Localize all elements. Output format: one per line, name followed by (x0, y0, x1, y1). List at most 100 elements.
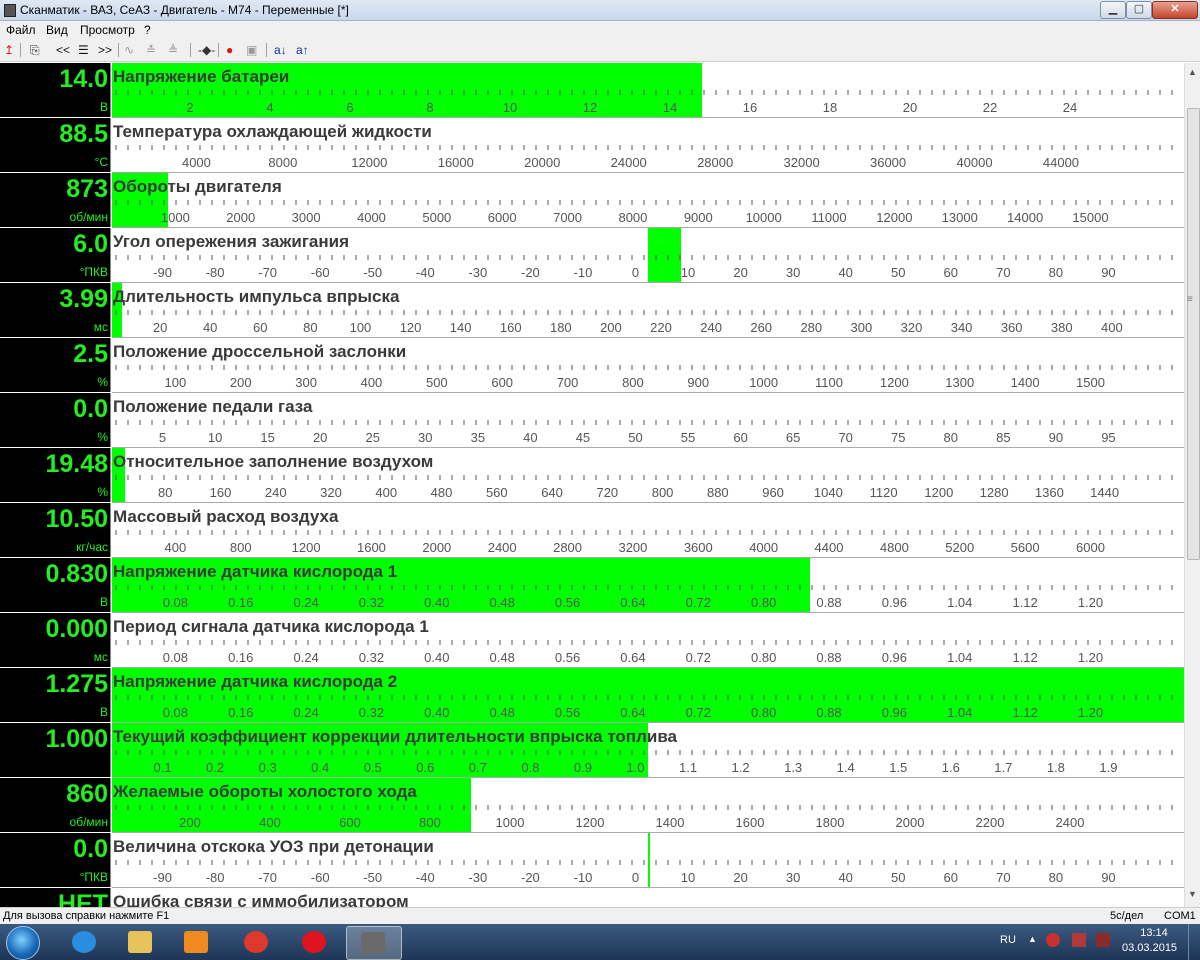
sort-up-icon[interactable]: a↑ (296, 42, 309, 58)
gauge-row[interactable]: 10.50 кг/час Массовый расход воздуха 400 800… (0, 503, 1184, 558)
tick-label: 0.4 (311, 760, 330, 775)
gauge-unit: мс (93, 320, 108, 334)
tick-label: 60 (733, 430, 748, 445)
gauge-row[interactable]: 1.000 Текущий коэффициент коррекции длите… (0, 723, 1184, 778)
gauge-value: 19.48 (45, 450, 108, 478)
gauge-ticks (115, 750, 1173, 755)
tick-label: 1.20 (1077, 650, 1104, 665)
tick-label: -70 (258, 870, 278, 885)
tick-label: 180 (549, 320, 572, 335)
scanmatik-taskbar-button[interactable] (346, 926, 402, 960)
opera-taskbar-button[interactable] (288, 926, 342, 958)
chrome-taskbar-button[interactable] (230, 926, 284, 958)
sort-down-icon[interactable]: a↓ (274, 42, 287, 58)
tick-label: 4400 (814, 540, 844, 555)
gauge-row[interactable]: НЕТ Ошибка связи с иммобилизатором (0, 888, 1184, 907)
tick-label: 1.5 (889, 760, 908, 775)
stack-down-icon[interactable]: ≜ (168, 42, 178, 58)
gauge-row[interactable]: 0.0 °ПКВ Величина отскока УОЗ при детонаци… (0, 833, 1184, 888)
menu-help[interactable]: ? (144, 23, 151, 37)
maximize-button[interactable]: ▢ (1126, 1, 1152, 19)
gauge-row[interactable]: 0.830 В Напряжение датчика кислорода 1 0.08… (0, 558, 1184, 613)
flag-icon[interactable] (1072, 933, 1086, 947)
tick-label: 10000 (745, 210, 782, 225)
gauge-scale: Напряжение датчика кислорода 1 0.08 0.16 0.… (112, 558, 1184, 613)
tick-label: 16000 (437, 155, 474, 170)
media-player-taskbar-button[interactable] (170, 926, 224, 958)
tick-label: 0.72 (685, 650, 711, 665)
scroll-up-icon[interactable]: ▲ (1188, 67, 1197, 77)
minimize-button[interactable]: ▁ (1100, 1, 1126, 19)
clipboard-icon[interactable]: ⎘ (30, 42, 40, 58)
menu-file[interactable]: Файл (6, 23, 36, 37)
gauge-row[interactable]: 0.000 мс Период сигнала датчика кислорода … (0, 613, 1184, 668)
tick-label: 12 (582, 100, 598, 115)
gauge-ticks (115, 145, 1173, 150)
gauge-row[interactable]: 2.5% Положение дроссельной заслонки 100 200… (0, 338, 1184, 393)
tick-label: 800 (229, 540, 252, 555)
value-cell: 0.830 В (0, 558, 111, 612)
gauge-scale: Температура охлаждающей жидкости 4000 8000… (112, 118, 1184, 173)
gauge-row[interactable]: 860 об/мин Желаемые обороты холостого хода… (0, 778, 1184, 833)
tick-label: 8000 (618, 210, 648, 225)
tray-expand-icon[interactable]: ▲ (1028, 934, 1037, 944)
value-cell: 6.0 °ПКВ (0, 228, 111, 282)
gauge-row[interactable]: 14.0 В Напряжение батареи 2 4 6 8 10 12 14 16 18 20 2… (0, 63, 1184, 118)
menu-view[interactable]: Вид (46, 23, 68, 37)
tick-label: 0.5 (363, 760, 382, 775)
clock-time[interactable]: 13:14 (1134, 927, 1174, 939)
list-icon[interactable]: ☰ (78, 42, 89, 58)
save-icon[interactable]: ▣ (246, 42, 257, 58)
tick-label: 160 (209, 485, 232, 500)
tick-label: 1.20 (1077, 595, 1104, 610)
tick-label: 6 (346, 100, 354, 115)
probe-icon[interactable]: -◆- (198, 42, 215, 58)
network-icon[interactable] (1046, 933, 1060, 947)
gauge-row[interactable]: 873 об/мин Обороты двигателя 1000 2000 3000 40… (0, 173, 1184, 228)
gauge-row[interactable]: 88.5 °С Температура охлаждающей жидкости 40… (0, 118, 1184, 173)
tick-label: 200 (600, 320, 622, 335)
stack-icon[interactable]: ≛ (146, 42, 156, 58)
gauge-ticks (115, 805, 1173, 810)
tick-label: 100 (164, 375, 187, 390)
tick-label: 320 (320, 485, 342, 500)
menu-browse[interactable]: Просмотр (80, 23, 135, 37)
tick-label: 1.2 (731, 760, 750, 775)
wave-icon[interactable]: ∿ (124, 42, 134, 58)
language-indicator[interactable]: RU (1000, 934, 1016, 946)
scroll-thumb[interactable] (1187, 108, 1200, 560)
vertical-scrollbar[interactable]: ▲ ≡ ▼ (1184, 63, 1200, 907)
gauge-row[interactable]: 0.0% Положение педали газа 5 10 15 20 25 30 35 40… (0, 393, 1184, 448)
value-cell: 0.000 мс (0, 613, 111, 667)
scroll-down-icon[interactable]: ▼ (1188, 889, 1197, 899)
show-desktop-button[interactable] (1188, 924, 1200, 960)
record-icon[interactable]: ● (226, 42, 233, 58)
volume-icon[interactable] (1096, 933, 1110, 947)
tick-label: 640 (541, 485, 563, 500)
gauge-value: 0.0 (73, 395, 108, 423)
tick-label: 200 (179, 815, 201, 830)
toolbar: ↥ ⎘ << ☰ >> ∿ ≛ ≜ -◆- ● ▣ a↓ a↑ (0, 39, 1200, 62)
gauge-value: 14.0 (59, 65, 108, 93)
next-icon[interactable]: >> (98, 42, 112, 58)
internet-explorer-taskbar-button[interactable] (58, 926, 112, 958)
value-cell: 14.0 В (0, 63, 111, 117)
red-arrow-icon[interactable]: ↥ (4, 42, 14, 58)
gauge-value: НЕТ (58, 890, 108, 907)
clock-date[interactable]: 03.03.2015 (1122, 942, 1177, 954)
tick-label: 400 (259, 815, 281, 830)
prev-icon[interactable]: << (56, 42, 70, 58)
tick-label: 24000 (610, 155, 647, 170)
gauge-row[interactable]: 6.0 °ПКВ Угол опережения зажигания -90 -80 -7… (0, 228, 1184, 283)
gauge-row[interactable]: 1.275 В Напряжение датчика кислорода 2 0.08… (0, 668, 1184, 723)
tick-label: 1.7 (994, 760, 1013, 775)
tick-label: 800 (651, 485, 674, 500)
start-button[interactable] (6, 926, 40, 960)
file-explorer-taskbar-button[interactable] (114, 926, 168, 958)
tick-label: 3200 (618, 540, 648, 555)
tick-label: 1200 (924, 485, 954, 500)
gauge-row[interactable]: 19.48% Относительное заполнение воздухом 8… (0, 448, 1184, 503)
close-button[interactable]: ✕ (1152, 1, 1198, 19)
gauge-unit: об/мин (69, 815, 108, 829)
gauge-row[interactable]: 3.99 мс Длительность импульса впрыска 20 40 6… (0, 283, 1184, 338)
